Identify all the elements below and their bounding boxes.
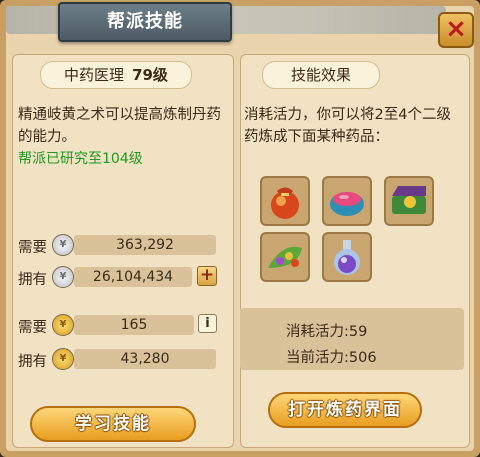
skill-name: 中药医理 [64, 66, 125, 84]
vitality-box: 消耗活力:59 当前活力:506 [240, 308, 464, 370]
medicine-slot-2[interactable] [322, 176, 372, 226]
skill-name-pill: 中药医理 79级 [40, 61, 192, 89]
pouch-elixir-icon [271, 187, 299, 219]
herb-leaf-icon [268, 246, 302, 268]
have-silver-label: 拥有 [18, 272, 47, 288]
medicine-slot-3[interactable] [384, 176, 434, 226]
gold-coin-icon: ¥ [52, 314, 74, 336]
silver-coin-icon: ¥ [52, 266, 74, 288]
researched-level: 帮派已研究至104级 [18, 151, 143, 167]
close-button[interactable]: × [438, 12, 474, 48]
gold-coin-icon: ¥ [52, 348, 74, 370]
learn-skill-button[interactable]: 学习技能 [30, 406, 196, 442]
open-refine-button[interactable]: 打开炼药界面 [268, 392, 422, 428]
have-gold-label: 拥有 [18, 354, 47, 370]
need-silver-label: 需要 [18, 240, 47, 256]
add-silver-button[interactable]: + [197, 266, 217, 286]
medicine-slot-5[interactable] [322, 232, 372, 282]
pink-bowl-icon [330, 192, 364, 216]
have-silver-value: 26,104,434 [74, 267, 192, 287]
skill-level: 79级 [132, 66, 168, 84]
need-silver-value: 363,292 [74, 235, 216, 255]
green-box-pill-icon [392, 186, 426, 214]
need-gold-value: 165 [74, 315, 194, 335]
medicine-slot-4[interactable] [260, 232, 310, 282]
vitality-current: 当前活力:506 [286, 350, 377, 366]
silver-coin-icon: ¥ [52, 234, 74, 256]
skill-description: 精通岐黄之术可以提高炼制丹药的能力。 [18, 107, 221, 145]
effect-description: 消耗活力，你可以将2至4个二级药炼成下面某种药品： [244, 107, 451, 145]
need-gold-label: 需要 [18, 320, 47, 336]
potion-bottle-icon [334, 240, 360, 275]
effect-header-pill: 技能效果 [262, 61, 380, 89]
have-gold-value: 43,280 [74, 349, 216, 369]
medicine-slot-1[interactable] [260, 176, 310, 226]
info-button[interactable]: i [198, 314, 217, 333]
window-title: 帮派技能 [58, 2, 232, 42]
vitality-consume: 消耗活力:59 [286, 324, 368, 340]
